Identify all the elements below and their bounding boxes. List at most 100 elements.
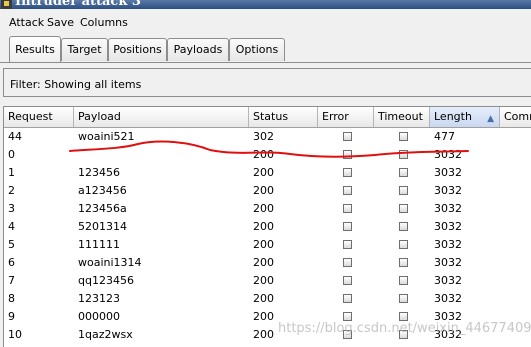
error-checkbox bbox=[343, 294, 352, 303]
window-title: Intruder attack 3 bbox=[15, 0, 141, 9]
cell-payload: 5201314 bbox=[78, 220, 127, 233]
timeout-checkbox bbox=[399, 312, 408, 321]
cell-length: 3032 bbox=[434, 220, 462, 233]
timeout-checkbox bbox=[399, 186, 408, 195]
column-header-error[interactable]: Error bbox=[318, 107, 374, 127]
timeout-checkbox bbox=[399, 204, 408, 213]
tab-options[interactable]: Options bbox=[229, 38, 285, 61]
table-row[interactable]: 44 woaini521 302 477 bbox=[4, 128, 531, 146]
cell-status: 200 bbox=[253, 256, 274, 269]
cell-request: 44 bbox=[8, 130, 22, 143]
table-row[interactable]: 7 qq123456 200 3032 bbox=[4, 272, 531, 290]
title-bar: Intruder attack 3 bbox=[0, 0, 531, 9]
error-checkbox bbox=[343, 168, 352, 177]
cell-request: 5 bbox=[8, 238, 15, 251]
error-checkbox bbox=[343, 222, 352, 231]
table-row[interactable]: 0 200 3032 bbox=[4, 146, 531, 164]
timeout-checkbox bbox=[399, 258, 408, 267]
cell-request: 10 bbox=[8, 328, 22, 341]
timeout-checkbox bbox=[399, 168, 408, 177]
cell-request: 0 bbox=[8, 148, 15, 161]
cell-payload: 000000 bbox=[78, 310, 120, 323]
error-checkbox bbox=[343, 240, 352, 249]
column-header-length[interactable]: Length ▲ bbox=[430, 107, 500, 127]
column-header-timeout[interactable]: Timeout bbox=[374, 107, 430, 127]
error-checkbox bbox=[343, 312, 352, 321]
cell-length: 3032 bbox=[434, 166, 462, 179]
cell-length: 477 bbox=[434, 130, 455, 143]
tab-bar: Results Target Positions Payloads Option… bbox=[0, 36, 531, 62]
cell-payload: woaini521 bbox=[78, 130, 135, 143]
cell-payload: 123456 bbox=[78, 166, 120, 179]
error-checkbox bbox=[343, 186, 352, 195]
table-row[interactable]: 6 woaini1314 200 3032 bbox=[4, 254, 531, 272]
menu-save[interactable]: Save bbox=[47, 16, 74, 29]
cell-status: 200 bbox=[253, 274, 274, 287]
cell-request: 2 bbox=[8, 184, 15, 197]
cell-request: 1 bbox=[8, 166, 15, 179]
cell-payload: 123123 bbox=[78, 292, 120, 305]
column-header-comment[interactable]: Comm bbox=[500, 107, 531, 127]
cell-payload bbox=[74, 146, 78, 164]
column-header-status[interactable]: Status bbox=[249, 107, 318, 127]
cell-request: 8 bbox=[8, 292, 15, 305]
table-row[interactable]: 3 123456a 200 3032 bbox=[4, 200, 531, 218]
cell-length: 3032 bbox=[434, 256, 462, 269]
cell-length: 3032 bbox=[434, 202, 462, 215]
cell-request: 4 bbox=[8, 220, 15, 233]
sort-ascending-icon: ▲ bbox=[487, 114, 494, 124]
cell-request: 9 bbox=[8, 310, 15, 323]
table-row[interactable]: 10 1qaz2wsx 200 3032 bbox=[4, 326, 531, 344]
cell-length: 3032 bbox=[434, 148, 462, 161]
table-row[interactable]: 9 000000 200 3032 bbox=[4, 308, 531, 326]
menu-attack[interactable]: Attack bbox=[9, 16, 44, 29]
timeout-checkbox bbox=[399, 240, 408, 249]
table-header: Request Payload Status Error Timeout Len… bbox=[4, 107, 531, 128]
cell-status: 200 bbox=[253, 148, 274, 161]
error-checkbox bbox=[343, 204, 352, 213]
cell-status: 200 bbox=[253, 166, 274, 179]
menu-columns[interactable]: Columns bbox=[80, 16, 128, 29]
cell-request: 7 bbox=[8, 274, 15, 287]
cell-length: 3032 bbox=[434, 274, 462, 287]
cell-length: 3032 bbox=[434, 310, 462, 323]
tab-payloads[interactable]: Payloads bbox=[167, 38, 229, 61]
table-row[interactable]: 8 123123 200 3032 bbox=[4, 290, 531, 308]
cell-payload: qq123456 bbox=[78, 274, 134, 287]
table-row[interactable]: 2 a123456 200 3032 bbox=[4, 182, 531, 200]
column-header-payload[interactable]: Payload bbox=[74, 107, 249, 127]
cell-status: 200 bbox=[253, 310, 274, 323]
tab-results[interactable]: Results bbox=[9, 36, 61, 62]
cell-length: 3032 bbox=[434, 292, 462, 305]
cell-status: 200 bbox=[253, 184, 274, 197]
timeout-checkbox bbox=[399, 222, 408, 231]
tab-target[interactable]: Target bbox=[61, 38, 108, 61]
cell-length: 3032 bbox=[434, 184, 462, 197]
cell-status: 200 bbox=[253, 328, 274, 341]
timeout-checkbox bbox=[399, 294, 408, 303]
cell-length: 3032 bbox=[434, 238, 462, 251]
filter-label: Filter: Showing all items bbox=[10, 78, 142, 91]
filter-bar[interactable]: Filter: Showing all items bbox=[3, 68, 531, 97]
cell-payload: 111111 bbox=[78, 238, 120, 251]
column-header-length-label: Length bbox=[434, 110, 472, 123]
cell-payload: a123456 bbox=[78, 184, 127, 197]
table-row[interactable]: 1 123456 200 3032 bbox=[4, 164, 531, 182]
cell-request: 3 bbox=[8, 202, 15, 215]
cell-payload: woaini1314 bbox=[78, 256, 142, 269]
cell-status: 200 bbox=[253, 292, 274, 305]
column-header-request[interactable]: Request bbox=[4, 107, 74, 127]
results-table: Request Payload Status Error Timeout Len… bbox=[3, 106, 531, 347]
tab-positions[interactable]: Positions bbox=[108, 38, 167, 61]
error-checkbox bbox=[343, 132, 352, 141]
timeout-checkbox bbox=[399, 150, 408, 159]
error-checkbox bbox=[343, 276, 352, 285]
cell-payload: 123456a bbox=[78, 202, 127, 215]
cell-status: 200 bbox=[253, 202, 274, 215]
table-row[interactable]: 5 111111 200 3032 bbox=[4, 236, 531, 254]
timeout-checkbox bbox=[399, 276, 408, 285]
menu-bar: Attack Save Columns bbox=[0, 9, 531, 33]
table-row[interactable]: 4 5201314 200 3032 bbox=[4, 218, 531, 236]
cell-length: 3032 bbox=[434, 328, 462, 341]
timeout-checkbox bbox=[399, 330, 408, 339]
